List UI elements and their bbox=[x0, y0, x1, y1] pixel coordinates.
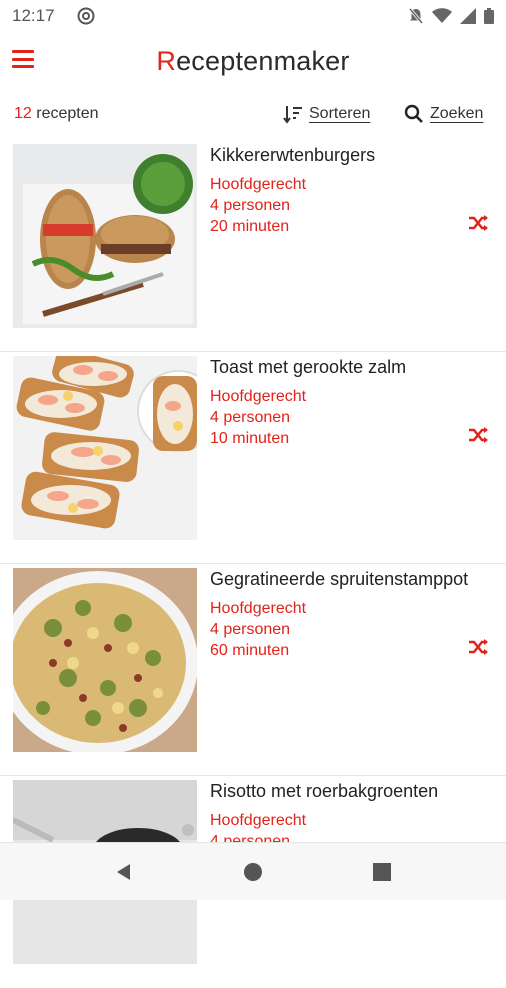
home-icon[interactable] bbox=[243, 862, 263, 882]
recents-icon[interactable] bbox=[372, 862, 392, 882]
menu-button[interactable] bbox=[12, 48, 34, 70]
recipe-title: Risotto met roerbakgroenten bbox=[210, 781, 439, 801]
battery-icon bbox=[484, 8, 494, 24]
recipe-category: Hoofdgerecht bbox=[210, 176, 307, 193]
recipe-image-burgers bbox=[13, 144, 197, 328]
status-bar: 12:17 bbox=[0, 0, 506, 32]
at-sign-icon bbox=[77, 7, 95, 25]
recipe-info: Kikkererwtenburgers Hoofdgerecht 4 perso… bbox=[210, 144, 495, 237]
shuffle-icon[interactable] bbox=[468, 638, 490, 656]
recipe-count: 12 recepten bbox=[14, 105, 99, 122]
app-title: Receptenmaker bbox=[156, 45, 350, 76]
search-button[interactable]: Zoeken bbox=[404, 104, 483, 124]
recipe-title: Kikkererwtenburgers bbox=[210, 145, 376, 165]
recipe-item[interactable]: Kikkererwtenburgers Hoofdgerecht 4 perso… bbox=[0, 140, 506, 352]
signal-icon bbox=[460, 8, 476, 24]
sort-button[interactable]: Sorteren bbox=[283, 104, 370, 124]
notifications-off-icon bbox=[408, 8, 424, 24]
recipe-info: Toast met gerookte zalm Hoofdgerecht 4 p… bbox=[210, 356, 495, 449]
recipe-time: 10 minuten bbox=[210, 430, 290, 447]
wifi-icon bbox=[432, 8, 452, 23]
system-nav-bar bbox=[0, 842, 506, 900]
recipe-title: Gegratineerde spruitenstamppot bbox=[210, 569, 469, 589]
back-icon[interactable] bbox=[114, 862, 134, 882]
hamburger-icon bbox=[12, 50, 34, 53]
recipe-title: Toast met gerookte zalm bbox=[210, 357, 407, 377]
recipe-info: Gegratineerde spruitenstamppot Hoofdgere… bbox=[210, 568, 495, 661]
recipe-persons: 4 personen bbox=[210, 409, 291, 426]
recipe-category: Hoofdgerecht bbox=[210, 388, 307, 405]
status-time: 12:17 bbox=[12, 6, 55, 25]
sort-label: Sorteren bbox=[309, 105, 371, 122]
recipe-item[interactable]: Gegratineerde spruitenstamppot Hoofdgere… bbox=[0, 564, 506, 776]
list-toolbar: 12 recepten Sorteren Zoeken bbox=[0, 96, 506, 132]
sort-icon bbox=[283, 106, 302, 124]
search-icon bbox=[404, 104, 423, 123]
recipe-image-salmon-toast bbox=[13, 356, 197, 540]
recipe-time: 20 minuten bbox=[210, 218, 290, 235]
recipe-item[interactable]: Toast met gerookte zalm Hoofdgerecht 4 p… bbox=[0, 352, 506, 564]
shuffle-icon[interactable] bbox=[468, 426, 490, 444]
recipe-image-sprouts-stamppot bbox=[13, 568, 197, 752]
recipe-persons: 4 personen bbox=[210, 621, 291, 638]
shuffle-icon[interactable] bbox=[468, 214, 490, 232]
recipe-time: 60 minuten bbox=[210, 642, 290, 659]
search-label: Zoeken bbox=[430, 105, 484, 122]
recipe-category: Hoofdgerecht bbox=[210, 812, 307, 829]
app-bar: Receptenmaker bbox=[0, 32, 506, 90]
recipe-persons: 4 personen bbox=[210, 197, 291, 214]
recipe-category: Hoofdgerecht bbox=[210, 600, 307, 617]
